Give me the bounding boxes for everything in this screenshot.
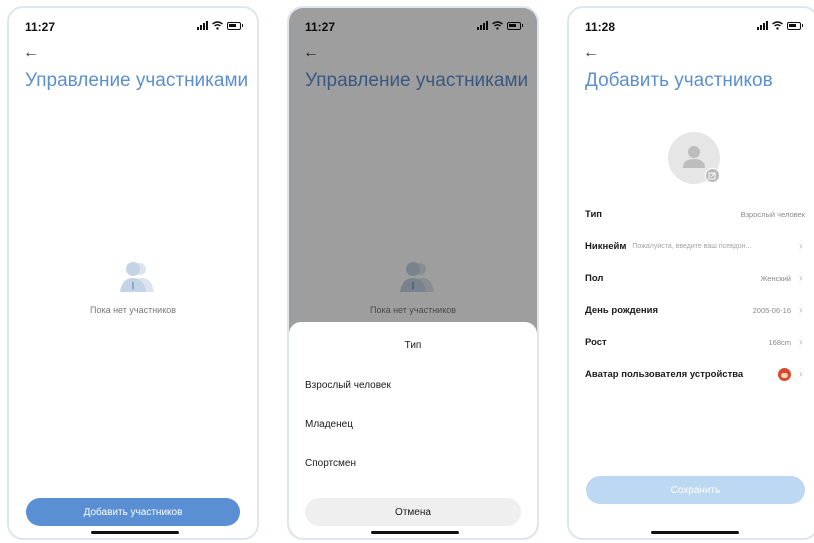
field-type[interactable]: Тип Взрослый человек (585, 206, 805, 222)
save-button[interactable]: Сохранить (586, 476, 805, 504)
status-time: 11:27 (25, 20, 56, 34)
page-title: Управление участниками (25, 70, 249, 91)
chevron-right-icon: › (799, 304, 803, 316)
field-gender[interactable]: Пол Женский › (585, 270, 805, 286)
status-bar: 11:28 (585, 20, 803, 34)
battery-icon (787, 21, 803, 30)
home-indicator (651, 531, 739, 534)
wifi-icon (772, 21, 783, 30)
back-arrow-icon[interactable]: ← (23, 44, 39, 62)
type-option-adult[interactable]: Взрослый человек (305, 380, 391, 391)
sheet-title: Тип (404, 340, 422, 351)
users-icon (120, 262, 154, 292)
field-birthday[interactable]: День рождения 2005-06-16 › (585, 302, 805, 318)
home-indicator (371, 531, 459, 534)
nickname-input[interactable]: Пожалуйста, введите ваш псевдон... (632, 243, 791, 250)
status-bar: 11:27 (25, 20, 243, 34)
home-indicator (91, 531, 179, 534)
screen-type-sheet: 11:27 ← Управление участниками Пока нет … (287, 6, 539, 540)
back-arrow-icon[interactable]: ← (583, 44, 599, 62)
field-height[interactable]: Рост 168cm › (585, 334, 805, 350)
add-members-button[interactable]: Добавить участников (26, 498, 240, 526)
cancel-button[interactable]: Отмена (305, 498, 521, 526)
type-option-athlete[interactable]: Спортсмен (305, 458, 356, 469)
signal-icon (757, 21, 768, 30)
chevron-right-icon: › (799, 368, 803, 380)
status-time: 11:28 (585, 20, 616, 34)
wifi-icon (212, 21, 223, 30)
page-title: Добавить участников (585, 70, 773, 91)
screen-members-empty: 11:27 ← Управление участниками Пока нет … (7, 6, 259, 540)
signal-icon (197, 21, 208, 30)
field-device-avatar[interactable]: Аватар пользователя устройства › (585, 366, 805, 382)
screen-add-member: 11:28 ← Добавить участников Тип Взрослый… (567, 6, 814, 540)
edit-icon[interactable] (705, 168, 720, 183)
type-action-sheet: Тип Взрослый человек Младенец Спортсмен … (289, 322, 537, 538)
device-avatar-thumbnail (778, 367, 791, 381)
chevron-right-icon: › (799, 272, 803, 284)
chevron-right-icon: › (799, 240, 803, 252)
empty-state-text: Пока нет участников (89, 305, 177, 315)
field-nickname[interactable]: Никнейм Пожалуйста, введите ваш псевдон.… (585, 238, 805, 254)
battery-icon (227, 21, 243, 30)
chevron-right-icon: › (799, 336, 803, 348)
type-option-infant[interactable]: Младенец (305, 419, 353, 430)
